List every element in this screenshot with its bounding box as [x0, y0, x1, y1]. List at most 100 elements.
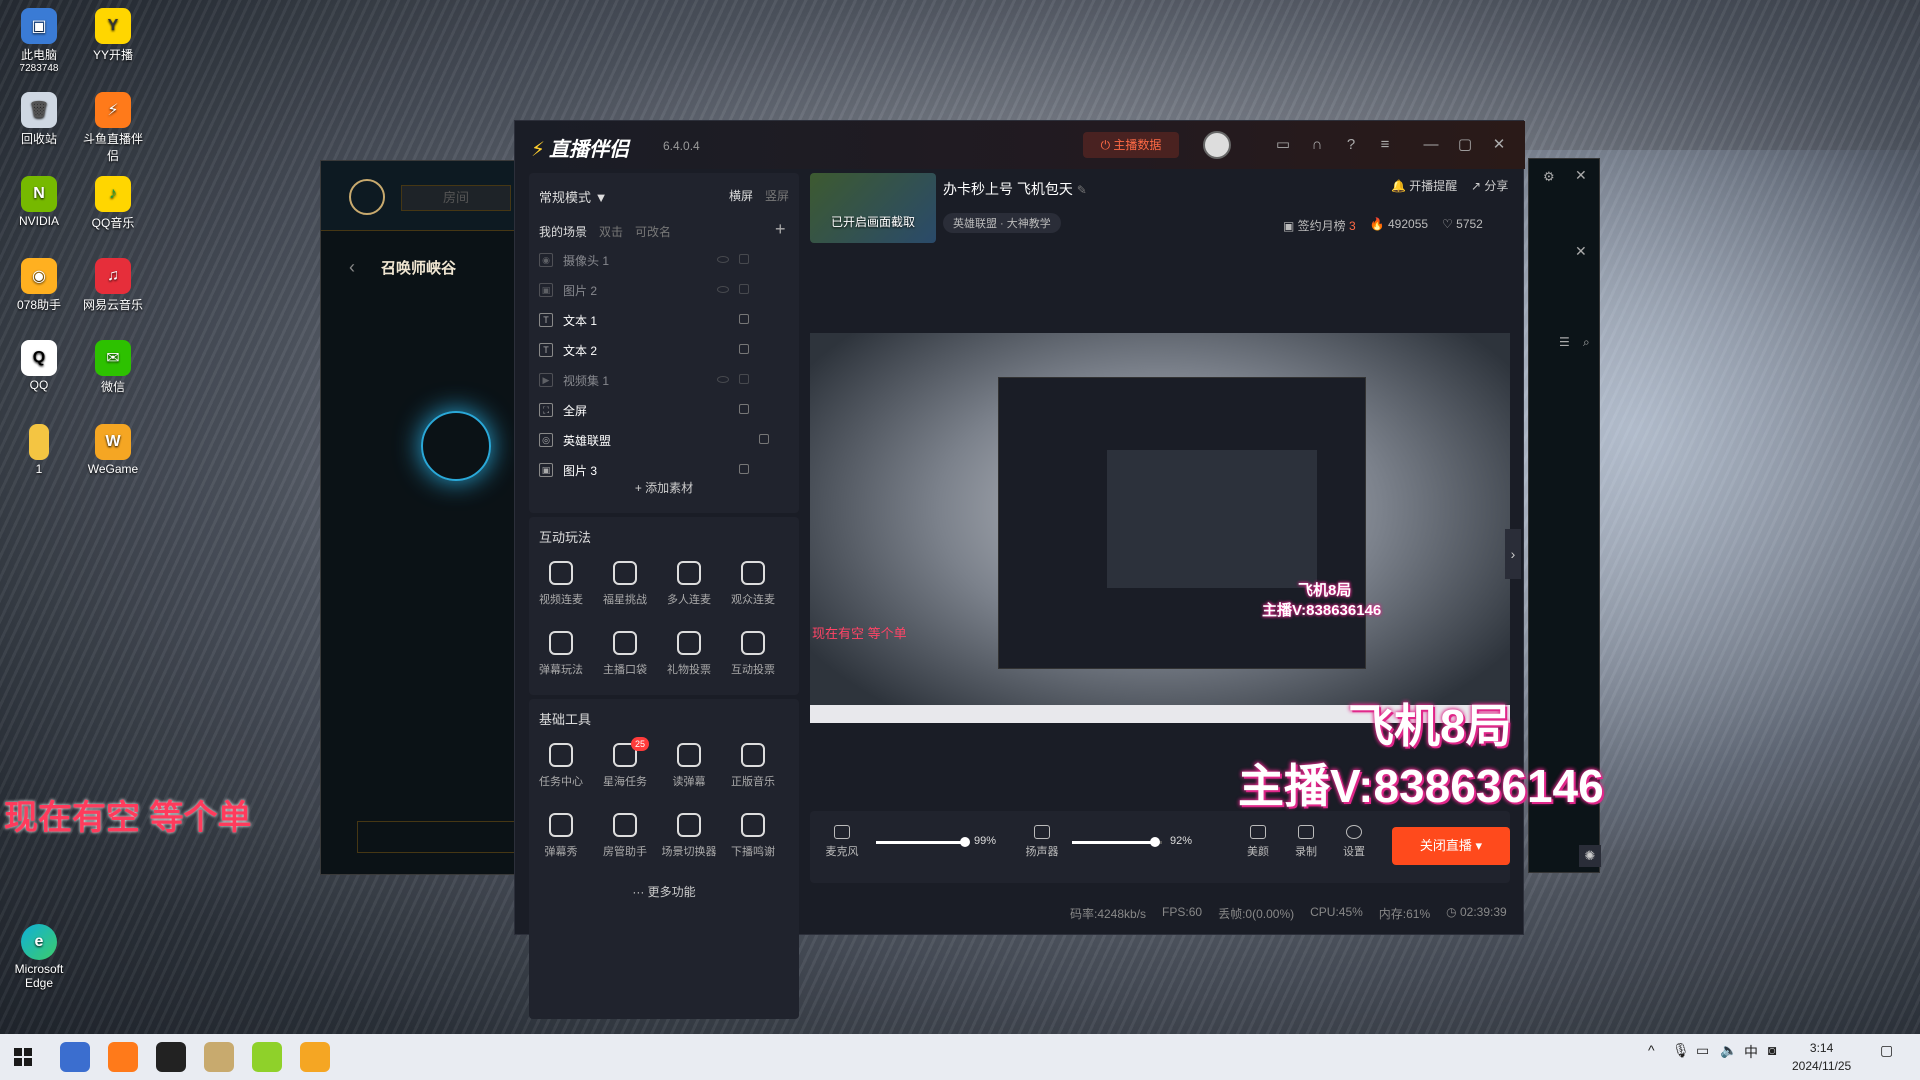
lock-icon[interactable]: [739, 284, 749, 294]
desktop-icon-wechat[interactable]: ✉ 微信: [78, 340, 148, 395]
tool-music[interactable]: 正版音乐: [721, 743, 785, 789]
tab-my-scene[interactable]: 我的场景: [539, 223, 587, 240]
taskbar-app-icon[interactable]: [156, 1042, 186, 1072]
desktop-icon-recycle-bin[interactable]: 🗑 回收站: [4, 92, 74, 147]
windows-start-icon[interactable]: [14, 1048, 32, 1066]
share-button[interactable]: ↗ 分享: [1471, 177, 1508, 194]
lock-icon[interactable]: [739, 344, 749, 354]
tool-gift-vote[interactable]: 礼物投票: [657, 631, 721, 677]
back-arrow-icon[interactable]: ‹: [349, 257, 355, 278]
settings-button[interactable]: 设置: [1336, 825, 1372, 859]
add-material-button[interactable]: + 添加素材: [529, 479, 799, 496]
desktop-icon-netease-music[interactable]: ♫ 网易云音乐: [78, 258, 148, 313]
live-reminder-button[interactable]: 🔔 开播提醒: [1391, 177, 1457, 194]
tool-star-task[interactable]: 25 星海任务: [593, 737, 657, 789]
desktop-icon-folder-1[interactable]: 1: [4, 424, 74, 476]
tool-danmaku-play[interactable]: 弹幕玩法: [529, 631, 593, 677]
maximize-icon[interactable]: ▢: [1455, 135, 1475, 155]
eye-hidden-icon[interactable]: [717, 376, 729, 383]
app-tray-icon[interactable]: ◙: [1768, 1042, 1776, 1058]
desktop-icon-wegame[interactable]: W WeGame: [78, 424, 148, 476]
taskbar-app-icon[interactable]: [252, 1042, 282, 1072]
mic-volume-slider[interactable]: [876, 837, 971, 847]
network-icon[interactable]: ▭: [1696, 1042, 1709, 1059]
cover-thumbnail[interactable]: [810, 173, 936, 243]
eye-hidden-icon[interactable]: [717, 256, 729, 263]
lock-icon[interactable]: [739, 254, 749, 264]
source-item[interactable]: ▶ 视频集 1: [539, 367, 779, 393]
close-icon[interactable]: ✕: [1575, 243, 1587, 260]
lock-icon[interactable]: [739, 404, 749, 414]
mic-tray-icon[interactable]: 🎙: [1672, 1042, 1690, 1059]
host-data-button[interactable]: ⏻ 主播数据: [1083, 132, 1179, 158]
desktop-icon-edge[interactable]: e Microsoft Edge: [4, 924, 74, 990]
ime-icon[interactable]: 中: [1744, 1042, 1758, 1062]
more-features-button[interactable]: ··· 更多功能: [529, 883, 799, 900]
stop-live-button[interactable]: 关闭直播 ▾: [1392, 827, 1510, 865]
menu-icon[interactable]: ≡: [1375, 135, 1395, 155]
tool-thanks[interactable]: 下播鸣谢: [721, 813, 785, 859]
stream-preview[interactable]: 现在有空 等个单 飞机8局 主播V:838636146: [810, 333, 1510, 723]
tool-interactive-vote[interactable]: 互动投票: [721, 631, 785, 677]
slider-knob[interactable]: [1149, 837, 1160, 847]
record-button[interactable]: 录制: [1288, 825, 1324, 859]
source-item[interactable]: T 文本 1: [539, 307, 779, 333]
tool-host-pocket[interactable]: 主播口袋: [593, 631, 657, 677]
beauty-button[interactable]: 美颜: [1240, 825, 1276, 859]
speaker-control[interactable]: 扬声器: [1022, 825, 1062, 859]
taskbar-lol-icon[interactable]: [204, 1042, 234, 1072]
close-icon[interactable]: ✕: [1489, 135, 1509, 155]
category-badge[interactable]: 英雄联盟 · 大神教学: [943, 213, 1061, 233]
source-item[interactable]: ◉ 摄像头 1: [539, 247, 779, 273]
eye-hidden-icon[interactable]: [717, 286, 729, 293]
portrait-toggle[interactable]: 竖屏: [765, 187, 789, 204]
close-icon[interactable]: ✕: [1575, 167, 1587, 184]
message-icon[interactable]: ▭: [1273, 135, 1293, 155]
desktop-icon-qqmusic[interactable]: ♪ QQ音乐: [78, 176, 148, 231]
lock-icon[interactable]: [739, 314, 749, 324]
lock-icon[interactable]: [759, 434, 769, 444]
search-icon[interactable]: ⌕: [1583, 335, 1590, 350]
add-scene-icon[interactable]: +: [775, 219, 786, 240]
desktop-icon-nvidia[interactable]: N NVIDIA: [4, 176, 74, 228]
notification-icon[interactable]: ▢: [1880, 1042, 1893, 1059]
mode-dropdown[interactable]: 常规模式 ▼: [539, 187, 608, 206]
desktop-icon-078[interactable]: ◉ 078助手: [4, 258, 74, 313]
slider-knob[interactable]: [960, 837, 971, 847]
system-clock[interactable]: 3:14 2024/11/25: [1792, 1039, 1851, 1075]
taskbar-app-icon[interactable]: [60, 1042, 90, 1072]
lol-room-input[interactable]: 房间: [401, 185, 511, 211]
taskbar-douyu-icon[interactable]: [108, 1042, 138, 1072]
landscape-toggle[interactable]: 横屏: [729, 187, 753, 204]
tool-video-link[interactable]: 视频连麦: [529, 561, 593, 607]
collapse-arrow-icon[interactable]: ›: [1505, 529, 1521, 579]
gear-icon[interactable]: ⚙: [1543, 169, 1555, 185]
avatar[interactable]: [1203, 131, 1231, 159]
lock-icon[interactable]: [739, 464, 749, 474]
edit-icon[interactable]: ✎: [1077, 183, 1087, 197]
desktop-icon-qq[interactable]: Q QQ: [4, 340, 74, 392]
speaker-volume-slider[interactable]: [1072, 837, 1162, 847]
bug-icon[interactable]: ✺: [1579, 845, 1601, 867]
tray-expand-icon[interactable]: ^: [1648, 1042, 1655, 1058]
microphone-control[interactable]: 麦克风: [822, 825, 862, 859]
tool-room-manager[interactable]: 房管助手: [593, 813, 657, 859]
lol-chat-input[interactable]: [357, 821, 517, 853]
minimize-icon[interactable]: —: [1421, 135, 1441, 155]
desktop-icon-douyu[interactable]: ⚡ 斗鱼直播伴侣: [78, 92, 148, 164]
help-icon[interactable]: ?: [1341, 135, 1361, 155]
tab-double-click[interactable]: 双击: [599, 223, 623, 240]
tool-multi-link[interactable]: 多人连麦: [657, 561, 721, 607]
desktop-icon-this-pc[interactable]: ▣ 此电脑 7283748: [4, 8, 74, 74]
source-item[interactable]: ⛶ 全屏: [539, 397, 779, 423]
tool-audience-link[interactable]: 观众连麦: [721, 561, 785, 607]
tool-scene-switcher[interactable]: 场景切换器: [657, 813, 721, 859]
taskbar-app-icon[interactable]: [300, 1042, 330, 1072]
sign-month-rank[interactable]: ▣ 签约月榜 3: [1283, 217, 1356, 234]
volume-icon[interactable]: 🔈: [1720, 1042, 1737, 1059]
room-title[interactable]: 办卡秒上号 飞机包天 ✎: [943, 179, 1087, 199]
tab-rename[interactable]: 可改名: [635, 223, 671, 240]
source-item[interactable]: T 文本 2: [539, 337, 779, 363]
lock-icon[interactable]: [739, 374, 749, 384]
source-item[interactable]: ◎ 英雄联盟: [539, 427, 779, 453]
